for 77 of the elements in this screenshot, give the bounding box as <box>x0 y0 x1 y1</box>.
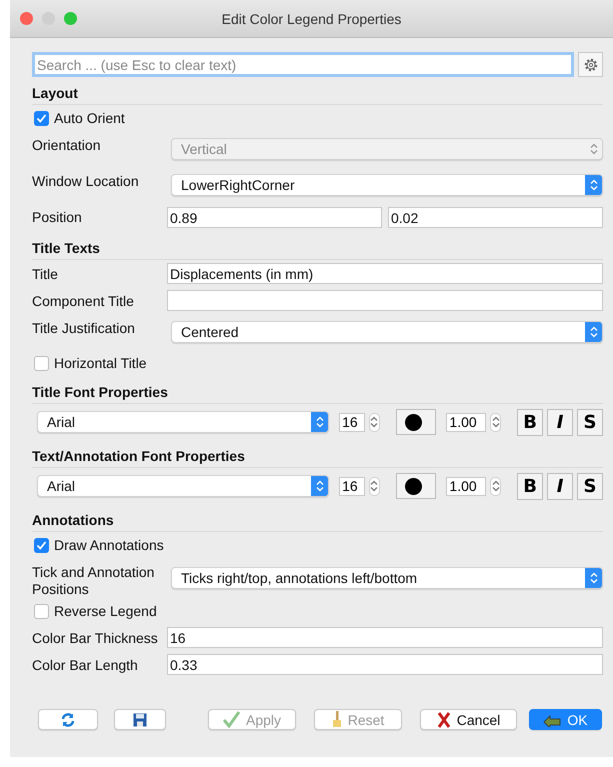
checkbox[interactable]: Auto Orient <box>32 105 603 131</box>
checkbox-box[interactable] <box>34 356 49 370</box>
input-field[interactable]: 0.02 <box>388 207 603 228</box>
refresh-icon <box>60 712 76 728</box>
section-heading: Annotations <box>32 512 603 532</box>
field-label: Color Bar Length <box>32 656 139 674</box>
font-dropdown[interactable]: Arial <box>37 475 330 497</box>
chevron-icon <box>370 480 378 492</box>
checkbox[interactable]: Horizontal Title <box>32 350 603 376</box>
input-field[interactable] <box>167 290 603 311</box>
chevron-icon <box>590 572 598 584</box>
font-style-button[interactable]: I <box>547 408 574 436</box>
x-mark-icon <box>436 712 451 728</box>
chevron-icon <box>590 179 598 191</box>
checkbox-label: Auto Orient <box>54 110 125 126</box>
checkbox-box[interactable] <box>34 110 49 126</box>
font-dropdown[interactable]: Arial <box>37 411 330 433</box>
checkbox-box[interactable] <box>34 538 49 552</box>
field-label: Color Bar Thickness <box>32 629 159 647</box>
window-title: Edit Color Legend Properties <box>222 10 402 26</box>
font-style-button[interactable]: B <box>517 408 544 436</box>
field-label: Position <box>32 208 83 226</box>
dropdown[interactable]: Centered <box>171 321 603 343</box>
font-style-button[interactable]: B <box>517 472 544 500</box>
field-label: Window Location <box>32 172 140 190</box>
field-label: Component Title <box>32 292 135 310</box>
section-heading: Text/Annotation Font Properties <box>32 448 603 468</box>
checkbox-box[interactable] <box>34 604 49 618</box>
spinner-icon[interactable] <box>369 476 380 496</box>
color-button[interactable] <box>396 473 436 499</box>
color-button[interactable] <box>396 409 436 435</box>
checkbox[interactable]: Draw Annotations <box>32 532 603 558</box>
opacity-field[interactable]: 1.00 <box>446 412 486 432</box>
chevron-icon <box>492 480 500 492</box>
chevron-icon <box>590 326 598 338</box>
save-button[interactable] <box>114 709 166 730</box>
font-style-button[interactable]: S <box>577 408 604 436</box>
chevron-icon <box>492 416 500 428</box>
chevron-icon <box>316 480 324 492</box>
field-label: Orientation <box>32 136 102 154</box>
input-field[interactable]: 0.89 <box>167 207 382 228</box>
section-heading: Title Font Properties <box>32 384 603 404</box>
dropdown[interactable]: LowerRightCorner <box>171 174 603 196</box>
checkbox-label: Horizontal Title <box>54 355 147 371</box>
search-field[interactable]: Search ... (use Esc to clear text) <box>32 52 574 77</box>
field-label: Tick and Annotation Positions <box>32 563 156 598</box>
field-label: Title Justification <box>32 319 136 337</box>
font-size-field[interactable]: 16 <box>339 412 366 432</box>
settings-button[interactable] <box>578 52 603 77</box>
settings-icon <box>582 56 598 72</box>
input-field[interactable]: 16 <box>167 627 603 648</box>
dropdown[interactable]: Ticks right/top, annotations left/bottom <box>171 567 603 589</box>
arrow-icon <box>543 712 562 726</box>
spinner-icon[interactable] <box>490 476 502 496</box>
font-style-button[interactable]: S <box>577 472 604 500</box>
checkmark-icon <box>222 711 240 728</box>
checkbox-label: Draw Annotations <box>54 537 164 553</box>
close-button[interactable] <box>20 12 33 25</box>
chevron-icon <box>590 143 598 155</box>
font-style-button[interactable]: I <box>547 472 574 500</box>
brush-icon <box>332 711 342 728</box>
input-field[interactable]: Displacements (in mm) <box>167 263 603 284</box>
checkbox[interactable]: Reverse Legend <box>32 598 603 624</box>
ok-button[interactable]: OK <box>529 709 602 730</box>
section-heading: Title Texts <box>32 240 603 260</box>
font-size-field[interactable]: 16 <box>339 476 366 496</box>
chevron-icon <box>316 416 324 428</box>
spinner-icon[interactable] <box>369 412 380 432</box>
checkbox-label: Reverse Legend <box>54 603 157 619</box>
cancel-button[interactable]: Cancel <box>420 709 517 730</box>
input-field[interactable]: 0.33 <box>167 654 603 675</box>
opacity-field[interactable]: 1.00 <box>446 476 486 496</box>
section-heading: Layout <box>32 85 603 105</box>
chevron-icon <box>370 416 378 428</box>
refresh-button[interactable] <box>38 709 98 730</box>
field-label: Title <box>32 265 59 283</box>
spinner-icon[interactable] <box>490 412 502 432</box>
